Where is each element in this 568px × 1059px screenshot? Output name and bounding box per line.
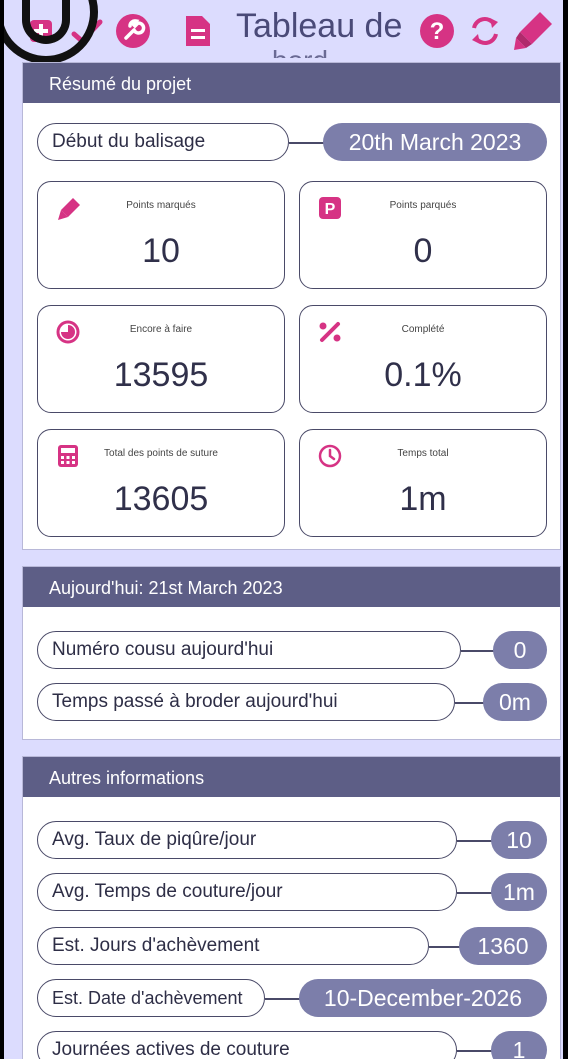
info-row-label: Journées actives de couture	[37, 1031, 457, 1059]
sync-icon[interactable]	[466, 12, 504, 50]
start-date-value: 20th March 2023	[323, 123, 547, 161]
info-row-label: Est. Date d'achèvement	[37, 979, 265, 1017]
info-row: Est. Date d'achèvement 10-December-2026	[37, 979, 547, 1019]
stat-label: Temps total	[397, 448, 449, 459]
stat-value: 10	[142, 232, 180, 270]
stat-label: Total des points de suture	[104, 448, 218, 459]
today-row-label: Numéro cousu aujourd'hui	[37, 631, 461, 669]
info-row: Est. Jours d'achèvement 1360	[37, 927, 547, 967]
stat-value: 13605	[113, 480, 209, 518]
info-row-value: 1360	[459, 927, 547, 965]
stat-label: Complété	[401, 324, 445, 335]
summary-heading: Résumé du projet	[23, 63, 560, 103]
stat-value: 1m	[399, 480, 447, 518]
stat-completed: Complété 0.1%	[299, 305, 547, 413]
info-row-label: Est. Jours d'achèvement	[37, 927, 429, 965]
stat-label: Points parqués	[389, 200, 457, 211]
info-row-value: 10	[491, 821, 547, 859]
other-heading: Autres informations	[23, 757, 560, 797]
today-row-value: 0	[493, 631, 547, 669]
stat-remaining: Encore à faire 13595	[37, 305, 285, 413]
stat-value: 13595	[113, 356, 209, 394]
start-date-row: Début du balisage 20th March 2023	[37, 123, 547, 163]
highlighter-icon[interactable]	[510, 8, 556, 54]
today-row-label: Temps passé à broder aujourd'hui	[37, 683, 455, 721]
info-row-label: Avg. Temps de couture/jour	[37, 873, 457, 911]
stat-label: Encore à faire	[129, 324, 193, 335]
start-date-label: Début du balisage	[37, 123, 289, 161]
other-card: Autres informations Avg. Taux de piqûre/…	[22, 756, 561, 1059]
stat-value: 0	[413, 232, 433, 270]
stat-points-parked: P Points parqués 0	[299, 181, 547, 289]
document-icon[interactable]	[182, 14, 212, 48]
stat-value: 0.1%	[384, 356, 462, 394]
stat-total-time: Temps total 1m	[299, 429, 547, 537]
stat-points-marked: Points marqués 10	[37, 181, 285, 289]
today-row: Temps passé à broder aujourd'hui 0m	[37, 683, 547, 723]
today-card: Aujourd'hui: 21st March 2023 Numéro cous…	[22, 566, 561, 740]
wrench-icon[interactable]	[114, 12, 152, 50]
info-row-value: 10-December-2026	[299, 979, 547, 1017]
screen: Tableau de bord ? Résumé du projet Début…	[4, 0, 563, 1059]
today-row: Numéro cousu aujourd'hui 0	[37, 631, 547, 671]
summary-card: Résumé du projet Début du balisage 20th …	[22, 62, 561, 550]
info-row-value: 1m	[491, 873, 547, 911]
info-row: Avg. Taux de piqûre/jour 10	[37, 821, 547, 861]
svg-text:?: ?	[430, 18, 445, 45]
today-heading: Aujourd'hui: 21st March 2023	[23, 567, 560, 607]
page-title: Tableau de	[236, 7, 403, 45]
info-row-label: Avg. Taux de piqûre/jour	[37, 821, 457, 859]
help-icon[interactable]: ?	[418, 12, 456, 50]
top-bar: Tableau de bord ?	[4, 0, 563, 64]
info-row: Avg. Temps de couture/jour 1m	[37, 873, 547, 913]
today-row-value: 0m	[483, 683, 547, 721]
stat-label: Points marqués	[126, 200, 196, 211]
info-row: Journées actives de couture 1	[37, 1031, 547, 1059]
stat-total-stitches: Total des points de suture 13605	[37, 429, 285, 537]
info-row-value: 1	[491, 1031, 547, 1059]
